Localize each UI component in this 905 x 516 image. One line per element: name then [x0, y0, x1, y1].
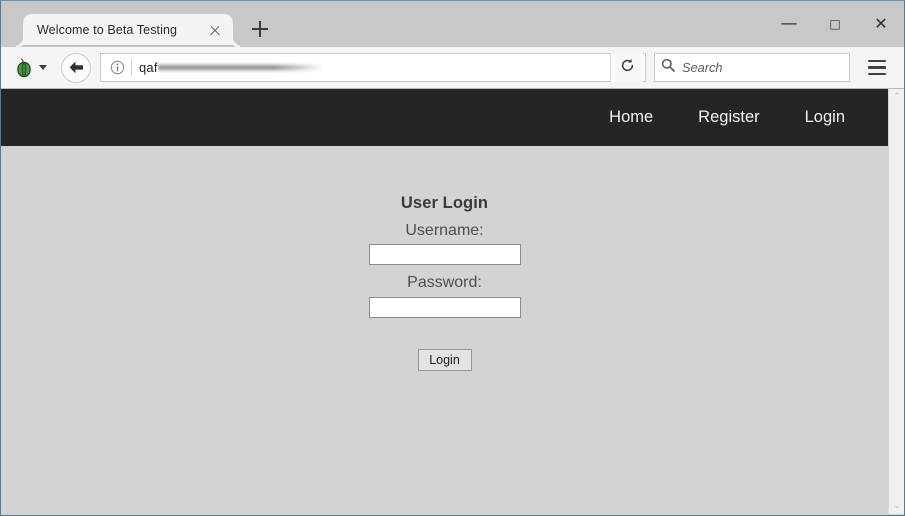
url-separator	[131, 59, 132, 76]
browser-window: Welcome to Beta Testing — □ ✕ qaf Search…	[0, 0, 905, 516]
back-button[interactable]	[61, 52, 91, 83]
close-icon: ✕	[874, 13, 888, 33]
info-circle-icon[interactable]	[106, 57, 128, 79]
nav-link-home[interactable]: Home	[609, 108, 653, 127]
search-box[interactable]	[654, 53, 850, 82]
menu-bar-3	[868, 72, 886, 76]
password-input[interactable]	[368, 296, 521, 318]
username-label: Username:	[405, 222, 484, 239]
login-page: User Login Username: Password: Login	[1, 146, 888, 371]
nav-link-login[interactable]: Login	[805, 108, 845, 127]
username-input[interactable]	[368, 244, 521, 266]
vertical-scrollbar[interactable]: ⌃ ⌄	[888, 89, 904, 514]
tab-title: Welcome to Beta Testing	[37, 23, 178, 37]
chevron-down-icon	[39, 65, 47, 70]
tab-close-icon[interactable]	[205, 20, 225, 40]
hamburger-menu-icon[interactable]	[856, 50, 898, 86]
onion-icon	[15, 57, 33, 78]
reload-button[interactable]	[610, 53, 643, 82]
content-area: Home Register Login User Login Username:…	[1, 89, 904, 514]
login-submit-button[interactable]: Login	[417, 348, 472, 371]
window-controls: — □ ✕	[766, 1, 904, 46]
password-label: Password:	[407, 274, 482, 292]
maximize-icon: □	[829, 16, 841, 31]
scroll-down-arrow-icon[interactable]: ⌄	[889, 498, 904, 514]
close-window-button[interactable]: ✕	[858, 1, 904, 46]
site-navbar: Home Register Login	[1, 89, 888, 146]
reload-icon	[620, 58, 635, 78]
search-icon	[661, 58, 675, 77]
url-bar[interactable]: qaf	[100, 53, 646, 82]
url-redacted-region	[157, 62, 324, 73]
nav-link-register[interactable]: Register	[698, 108, 759, 127]
menu-bar-2	[868, 66, 886, 69]
url-text: qaf	[139, 60, 158, 75]
search-input[interactable]	[682, 60, 843, 75]
new-tab-button[interactable]	[245, 14, 275, 44]
scroll-up-arrow-icon[interactable]: ⌃	[889, 89, 904, 105]
browser-tab-active[interactable]: Welcome to Beta Testing	[23, 14, 233, 46]
browser-toolbar: qaf	[1, 46, 904, 89]
minimize-icon: —	[780, 13, 798, 33]
minimize-button[interactable]: —	[766, 1, 812, 46]
maximize-button[interactable]: □	[812, 1, 858, 46]
page-title: User Login	[400, 194, 489, 212]
tab-strip: Welcome to Beta Testing — □ ✕	[1, 1, 904, 46]
tor-identity-button[interactable]	[7, 53, 51, 83]
page-viewport: Home Register Login User Login Username:…	[1, 89, 888, 514]
back-arrow-icon	[68, 60, 85, 75]
menu-bar-1	[868, 59, 886, 63]
